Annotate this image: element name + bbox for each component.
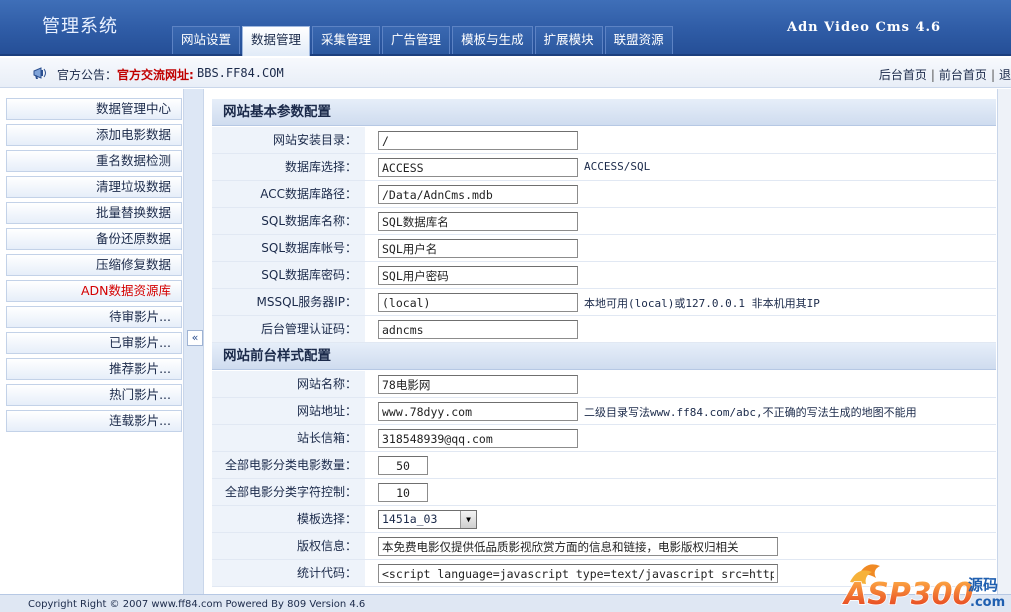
main-nav-tabs: 网站设置 数据管理 采集管理 广告管理 模板与生成 扩展模块 联盟资源 (172, 26, 675, 56)
sidebar-item-clean-junk[interactable]: 清理垃圾数据 (6, 176, 182, 198)
dropdown-arrow-icon[interactable]: ▼ (460, 511, 476, 528)
category-movie-count-input[interactable] (378, 456, 428, 475)
sidebar-item-batch-replace[interactable]: 批量替换数据 (6, 202, 182, 224)
sidebar-item-recommended-movies[interactable]: 推荐影片... (6, 358, 182, 380)
admin-email-input[interactable] (378, 429, 578, 448)
top-header: 管理系统 网站设置 数据管理 采集管理 广告管理 模板与生成 扩展模块 联盟资源… (0, 0, 1011, 56)
field-label: 版权信息： (212, 533, 365, 559)
field-label: 网站安装目录： (212, 127, 365, 153)
install-dir-input[interactable] (378, 131, 578, 150)
sidebar-collapse-bar: « (184, 89, 204, 594)
form-row: 数据库选择： ACCESS/SQL (212, 154, 996, 181)
logout-link[interactable]: 退 (999, 68, 1011, 82)
template-select[interactable]: 1451a_03 ▼ (378, 510, 477, 529)
form-row: MSSQL服务器IP： 本地可用(local)或127.0.0.1 非本机用其I… (212, 289, 996, 316)
field-label: MSSQL服务器IP： (212, 289, 365, 315)
field-label: SQL数据库帐号： (212, 235, 365, 261)
form-row: SQL数据库名称： (212, 208, 996, 235)
frontend-home-link[interactable]: 前台首页 (939, 68, 987, 82)
access-db-path-input[interactable] (378, 185, 578, 204)
site-name-input[interactable] (378, 375, 578, 394)
tab-alliance-resources[interactable]: 联盟资源 (604, 26, 673, 54)
sidebar-item-approved-movies[interactable]: 已审影片... (6, 332, 182, 354)
field-label: SQL数据库名称： (212, 208, 365, 234)
stats-code-input[interactable] (378, 564, 778, 583)
sql-db-user-input[interactable] (378, 239, 578, 258)
form-row: 全部电影分类字符控制： (212, 479, 996, 506)
sidebar: 数据管理中心 添加电影数据 重名数据检测 清理垃圾数据 批量替换数据 备份还原数… (0, 89, 184, 594)
copyright-input[interactable] (378, 537, 778, 556)
form-row: SQL数据库帐号： (212, 235, 996, 262)
version-label: Adn Video Cms 4.6 (787, 20, 942, 35)
sidebar-item-pending-movies[interactable]: 待审影片... (6, 306, 182, 328)
notice-bar: 官方公告： 官方交流网址: BBS.FF84.COM 后台首页 | 前台首页 | 退 (0, 58, 1011, 88)
field-label: ACC数据库路径： (212, 181, 365, 207)
collapse-sidebar-button[interactable]: « (187, 330, 203, 346)
sidebar-item-adn-resource[interactable]: ADN数据资源库 (6, 280, 182, 302)
form-row: 网站名称： (212, 371, 996, 398)
form-row: ACC数据库路径： (212, 181, 996, 208)
sidebar-item-duplicate-check[interactable]: 重名数据检测 (6, 150, 182, 172)
copyright-text: Copyright Right © 2007 www.ff84.com Powe… (28, 599, 366, 610)
admin-auth-code-input[interactable] (378, 320, 578, 339)
announcement-icon (33, 67, 46, 79)
sidebar-item-compact-repair[interactable]: 压缩修复数据 (6, 254, 182, 276)
watermark-cn-text: 源码 (968, 576, 998, 594)
form-row: 全部电影分类电影数量： (212, 452, 996, 479)
asp300-watermark-logo: ASP300 源码 .com (841, 564, 1005, 612)
link-separator: | (990, 68, 995, 82)
field-label: 全部电影分类电影数量： (212, 452, 365, 478)
site-url-hint: 二级目录写法www.ff84.com/abc,不正确的写法生成的地图不能用 (584, 406, 917, 419)
sidebar-item-serial-movies[interactable]: 连载影片... (6, 410, 182, 432)
field-label: 网站地址： (212, 398, 365, 424)
field-label: 后台管理认证码： (212, 316, 365, 342)
field-label: 模板选择： (212, 506, 365, 532)
forum-url[interactable]: BBS.FF84.COM (197, 66, 284, 80)
form-row: 后台管理认证码： (212, 316, 996, 343)
form-row: 站长信箱： (212, 425, 996, 452)
database-type-input[interactable] (378, 158, 578, 177)
tab-ad-management[interactable]: 广告管理 (382, 26, 451, 54)
mssql-server-ip-input[interactable] (378, 293, 578, 312)
database-type-hint: ACCESS/SQL (584, 160, 651, 173)
section-frontend-config-title: 网站前台样式配置 (212, 343, 996, 370)
field-label: 统计代码： (212, 560, 365, 586)
template-select-value: 1451a_03 (382, 512, 438, 526)
watermark-domain: .com (970, 595, 1005, 610)
tab-data-management[interactable]: 数据管理 (242, 26, 311, 56)
site-url-input[interactable] (378, 402, 578, 421)
field-label: 站长信箱： (212, 425, 365, 451)
link-separator: | (930, 68, 935, 82)
sql-db-password-input[interactable] (378, 266, 578, 285)
field-label: SQL数据库密码： (212, 262, 365, 288)
form-row: 网站安装目录： (212, 127, 996, 154)
official-site-link[interactable]: 官方交流网址: (117, 66, 194, 83)
form-row: 网站地址： 二级目录写法www.ff84.com/abc,不正确的写法生成的地图… (212, 398, 996, 425)
sidebar-item-hot-movies[interactable]: 热门影片... (6, 384, 182, 406)
form-row: SQL数据库密码： (212, 262, 996, 289)
tab-extension-modules[interactable]: 扩展模块 (534, 26, 603, 54)
app-title: 管理系统 (42, 16, 118, 37)
category-char-limit-input[interactable] (378, 483, 428, 502)
notice-label: 官方公告： (57, 68, 118, 82)
sidebar-item-data-center[interactable]: 数据管理中心 (6, 98, 182, 120)
sidebar-item-backup-restore[interactable]: 备份还原数据 (6, 228, 182, 250)
tab-templates-generation[interactable]: 模板与生成 (452, 26, 533, 54)
form-row: 模板选择： 1451a_03 ▼ (212, 506, 996, 533)
sidebar-item-add-movie[interactable]: 添加电影数据 (6, 124, 182, 146)
top-links: 后台首页 | 前台首页 | 退 (879, 66, 1011, 83)
mssql-server-ip-hint: 本地可用(local)或127.0.0.1 非本机用其IP (584, 297, 820, 310)
admin-home-link[interactable]: 后台首页 (879, 68, 927, 82)
field-label: 数据库选择： (212, 154, 365, 180)
main-scrollbar[interactable] (997, 89, 1011, 594)
sql-db-name-input[interactable] (378, 212, 578, 231)
field-label: 网站名称： (212, 371, 365, 397)
section-basic-config-title: 网站基本参数配置 (212, 99, 996, 126)
tab-collection-management[interactable]: 采集管理 (312, 26, 381, 54)
field-label: 全部电影分类字符控制： (212, 479, 365, 505)
main-content: 网站基本参数配置 网站安装目录： 数据库选择： ACCESS/SQL ACC数据… (205, 89, 1011, 594)
watermark-brand: ASP300 (842, 577, 973, 612)
tab-site-settings[interactable]: 网站设置 (172, 26, 241, 54)
